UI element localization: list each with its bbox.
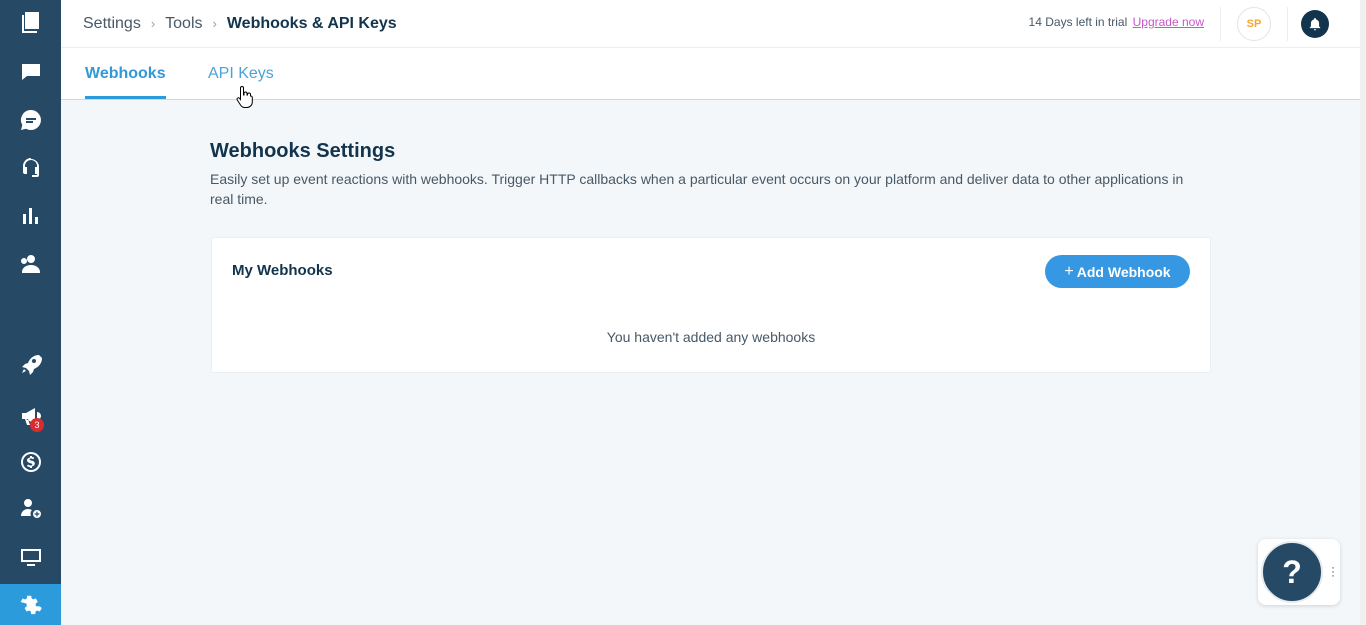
more-options-icon[interactable]: · · · bbox=[1331, 561, 1335, 581]
avatar[interactable]: SP bbox=[1237, 7, 1271, 41]
sidebar-item-announcements[interactable]: 3 bbox=[0, 394, 61, 438]
help-widget: ? · · · bbox=[1258, 539, 1340, 605]
sidebar: 3 bbox=[0, 0, 61, 625]
page-description: Easily set up event reactions with webho… bbox=[210, 171, 1184, 207]
rocket-icon bbox=[21, 355, 42, 375]
app-root: 3 Settings › Tools › Webhooks & API Keys… bbox=[0, 0, 1366, 625]
sidebar-item-chat[interactable] bbox=[0, 98, 61, 142]
notifications-button[interactable] bbox=[1301, 10, 1329, 38]
breadcrumb-settings[interactable]: Settings bbox=[83, 15, 141, 33]
tab-bar: Webhooks API Keys bbox=[61, 48, 1360, 100]
trial-text: 14 Days left in trial bbox=[1028, 15, 1128, 29]
sidebar-item-analytics[interactable] bbox=[0, 194, 61, 238]
add-webhook-label: Add Webhook bbox=[1076, 263, 1171, 280]
breadcrumb-separator: › bbox=[212, 16, 217, 31]
sidebar-item-contacts[interactable] bbox=[0, 242, 61, 286]
contacts-icon bbox=[20, 255, 40, 273]
webhooks-card: My Webhooks + Add Webhook You haven't ad… bbox=[211, 237, 1211, 373]
sidebar-item-tickets[interactable] bbox=[0, 50, 61, 94]
sidebar-item-rocket[interactable] bbox=[0, 342, 61, 386]
breadcrumb-separator: › bbox=[150, 16, 156, 31]
add-webhook-button[interactable]: + Add Webhook bbox=[1045, 255, 1190, 288]
billing-icon bbox=[20, 452, 41, 472]
empty-state-text: You haven't added any webhooks bbox=[606, 329, 816, 345]
breadcrumb-tools[interactable]: Tools bbox=[165, 15, 202, 33]
add-agent-icon bbox=[20, 499, 41, 518]
top-header: Settings › Tools › Webhooks & API Keys 1… bbox=[61, 0, 1360, 48]
tickets-icon bbox=[21, 64, 40, 80]
analytics-icon bbox=[22, 208, 38, 224]
upgrade-link[interactable]: Upgrade now bbox=[1133, 15, 1204, 29]
trial-notice: 14 Days left in trial Upgrade now bbox=[1029, 15, 1204, 29]
sidebar-item-monitor[interactable] bbox=[0, 535, 61, 579]
hand-cursor-icon bbox=[236, 85, 253, 108]
breadcrumb: Settings › Tools › Webhooks & API Keys bbox=[61, 15, 397, 33]
help-button[interactable]: ? bbox=[1261, 541, 1323, 603]
page-scrollbar[interactable] bbox=[1360, 0, 1366, 625]
plus-icon: + bbox=[1064, 262, 1074, 280]
sidebar-item-settings[interactable] bbox=[0, 584, 61, 625]
headset-icon bbox=[22, 158, 39, 177]
settings-icon bbox=[20, 595, 42, 614]
solutions-icon bbox=[21, 12, 39, 33]
bell-icon bbox=[1309, 18, 1321, 31]
tab-webhooks[interactable]: Webhooks bbox=[85, 48, 166, 99]
sidebar-item-solutions[interactable] bbox=[0, 0, 61, 44]
breadcrumb-current: Webhooks & API Keys bbox=[226, 14, 397, 32]
sidebar-item-add-agent[interactable] bbox=[0, 486, 61, 530]
sidebar-item-headset[interactable] bbox=[0, 146, 61, 190]
page-title: Webhooks Settings bbox=[210, 140, 396, 162]
card-title: My Webhooks bbox=[232, 262, 333, 279]
notification-badge: 3 bbox=[30, 418, 44, 432]
chat-icon bbox=[20, 109, 41, 130]
sidebar-item-billing[interactable] bbox=[0, 440, 61, 484]
main-content: Webhooks Settings Easily set up event re… bbox=[210, 140, 1210, 209]
header-divider bbox=[1287, 7, 1288, 41]
monitor-icon bbox=[20, 549, 41, 566]
header-divider bbox=[1220, 7, 1221, 41]
